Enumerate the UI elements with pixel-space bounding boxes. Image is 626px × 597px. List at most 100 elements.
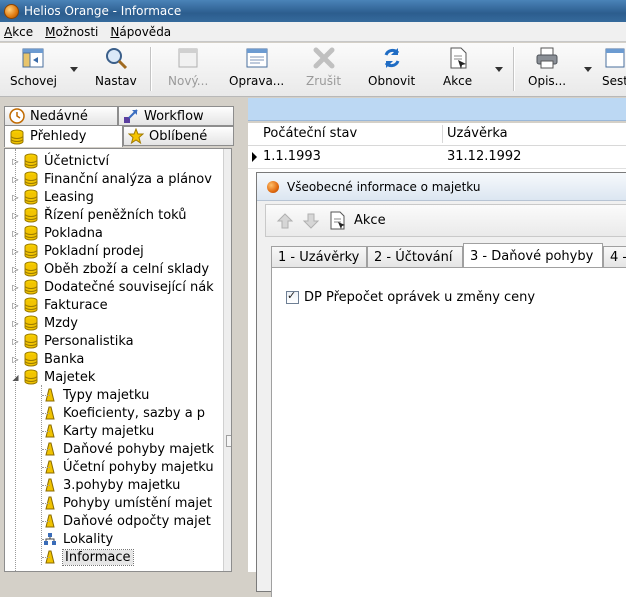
database-icon (24, 261, 38, 277)
database-icon (24, 189, 38, 205)
tree-item[interactable]: Daňové pohyby majetk (43, 440, 214, 458)
akce-dropdown-arrow[interactable] (495, 67, 503, 72)
schovej-dropdown-arrow[interactable] (70, 67, 78, 72)
tree-item[interactable]: ▷ Dodatečné související nák (11, 278, 214, 296)
dp-prepocet-label: DP Přepočet oprávek u změny ceny (304, 290, 536, 305)
tree-item[interactable]: ▷ Pokladna (11, 224, 103, 242)
overview-tree[interactable]: ▷ Účetnictví ▷ Finanční analýza a plánov ▷ Le… (4, 148, 232, 572)
opis-dropdown-arrow[interactable] (584, 67, 592, 72)
tree-item-label: 3.pohyby majetku (63, 477, 181, 493)
table-row[interactable]: 1.1.1993 31.12.1992 (248, 146, 626, 169)
tree-item-label: Informace (62, 548, 134, 566)
tree-item[interactable]: Typy majetku (43, 386, 149, 404)
expand-triangle-icon[interactable]: ▷ (11, 157, 20, 166)
expand-triangle-icon[interactable]: ▷ (11, 337, 20, 346)
expand-triangle-icon[interactable]: ▷ (11, 283, 20, 292)
column-pocatecni-stav[interactable]: Počáteční stav (263, 126, 357, 141)
tree-item[interactable]: ▷ Banka (11, 350, 84, 368)
database-icon (24, 333, 38, 349)
menu-napoveda[interactable]: Nápověda (110, 25, 171, 39)
tab-oblibene[interactable]: Oblíbené (123, 126, 234, 146)
opis-button[interactable]: Opis... (528, 46, 566, 92)
dp-prepocet-checkbox[interactable] (286, 289, 299, 304)
tree-item[interactable]: ▷ Mzdy (11, 314, 78, 332)
database-icon (24, 315, 38, 331)
tree-item-label: Typy majetku (63, 387, 150, 403)
database-icon (10, 129, 24, 144)
helios-app-icon (4, 3, 19, 19)
dp-prepocet-checkbox-row[interactable]: DP Přepočet oprávek u změny ceny (286, 289, 536, 305)
expand-triangle-icon[interactable]: ▷ (11, 301, 20, 310)
tree-item-label: Daňové odpočty majet (63, 513, 211, 529)
menu-bar: Akce Možnosti Nápověda (0, 22, 626, 42)
tree-item[interactable]: Pohyby umístění majet (43, 494, 212, 512)
zrusit-button[interactable]: Zrušit (306, 46, 341, 92)
tab-uctovani[interactable]: 2 - Účtování (367, 246, 463, 268)
tree-item[interactable]: ▷ Fakturace (11, 296, 108, 314)
tree-item[interactable]: Karty majetku (43, 422, 154, 440)
dialog-app-icon (267, 181, 279, 193)
dialog-akce-button[interactable]: Akce (354, 213, 386, 228)
tab-workflow[interactable]: Workflow (118, 106, 234, 126)
grid-filter-bar (248, 98, 626, 121)
tab-uzaverky[interactable]: 1 - Uzávěrky (271, 246, 367, 268)
expand-triangle-icon[interactable]: ▷ (11, 355, 20, 364)
tree-item[interactable]: Lokality (43, 530, 113, 548)
expand-triangle-icon[interactable]: ▷ (11, 175, 20, 184)
tree-item[interactable]: ▷ Personalistika (11, 332, 134, 350)
tree-item[interactable]: ▷ Řízení peněžních toků (11, 206, 187, 224)
menu-moznosti[interactable]: Možnosti (45, 25, 98, 39)
tree-item[interactable]: ▷ Finanční analýza a plánov (11, 170, 212, 188)
database-icon (24, 171, 38, 187)
column-uzaverka[interactable]: Uzávěrka (447, 126, 508, 141)
tree-item[interactable]: ▷ Pokladní prodej (11, 242, 144, 260)
obnovit-button[interactable]: Obnovit (368, 46, 415, 92)
tree-item[interactable]: ▷ Leasing (11, 188, 94, 206)
hide-panel-icon (21, 46, 45, 70)
schovej-button[interactable]: Schovej (10, 46, 57, 92)
sestava-button[interactable]: Sest (602, 46, 626, 92)
novy-button[interactable]: Nový... (168, 46, 208, 92)
tree-item-label: Karty majetku (63, 423, 155, 439)
tree-item-label: Pohyby umístění majet (63, 495, 213, 511)
tree-item-label: Finanční analýza a plánov (44, 171, 212, 187)
tab-prehledy[interactable]: Přehledy (4, 125, 123, 147)
tree-scrollbar[interactable] (223, 149, 231, 571)
expand-triangle-icon[interactable]: ▷ (11, 211, 20, 220)
expand-triangle-icon[interactable]: ▷ (11, 319, 20, 328)
expand-triangle-icon[interactable]: ▷ (11, 247, 20, 256)
arrow-up-icon[interactable] (276, 212, 294, 230)
tree-item-label: Banka (44, 351, 85, 367)
nastav-button[interactable]: Nastav (95, 46, 137, 92)
tree-item[interactable]: ▷ Účetnictví (11, 152, 109, 170)
database-icon (24, 297, 38, 313)
expand-triangle-icon[interactable]: ▷ (11, 265, 20, 274)
tree-item-label: Pokladna (44, 225, 103, 241)
title-bar: Helios Orange - Informace (0, 0, 626, 22)
expand-triangle-icon[interactable]: ▷ (11, 193, 20, 202)
tree-item[interactable]: ◢ Majetek (11, 368, 95, 386)
tree-scrollbar-thumb[interactable] (226, 435, 231, 447)
tree-item[interactable]: Účetní pohyby majetku (43, 458, 214, 476)
tree-item-label: Leasing (44, 189, 94, 205)
tree-item[interactable]: Informace (43, 548, 134, 566)
tab-danove-pohyby[interactable]: 3 - Daňové pohyby (463, 243, 603, 268)
tree-item[interactable]: Koeficienty, sazby a p (43, 404, 205, 422)
collapse-triangle-icon[interactable]: ◢ (11, 373, 20, 382)
tree-item[interactable]: 3.pohyby majetku (43, 476, 180, 494)
tree-item[interactable]: Daňové odpočty majet (43, 512, 211, 530)
database-icon (24, 369, 38, 385)
dialog-tabs: 1 - Uzávěrky 2 - Účtování 3 - Daňové poh… (271, 243, 626, 268)
info-dialog: Všeobecné informace o majetku Akce 1 - U… (256, 172, 626, 597)
tree-item-label: Dodatečné související nák (44, 279, 214, 295)
arrow-down-icon[interactable] (302, 212, 320, 230)
sestava-label: Sest (602, 74, 626, 88)
oprava-button[interactable]: Oprava... (229, 46, 284, 92)
tab-4[interactable]: 4 - (603, 246, 626, 268)
menu-akce[interactable]: Akce (4, 25, 33, 39)
tab-nedavne[interactable]: Nedávné (4, 106, 118, 126)
tree-item[interactable]: ▷ Oběh zboží a celní sklady (11, 260, 209, 278)
tree-item-label: Mzdy (44, 315, 78, 331)
expand-triangle-icon[interactable]: ▷ (11, 229, 20, 238)
akce-button[interactable]: Akce (443, 46, 472, 92)
